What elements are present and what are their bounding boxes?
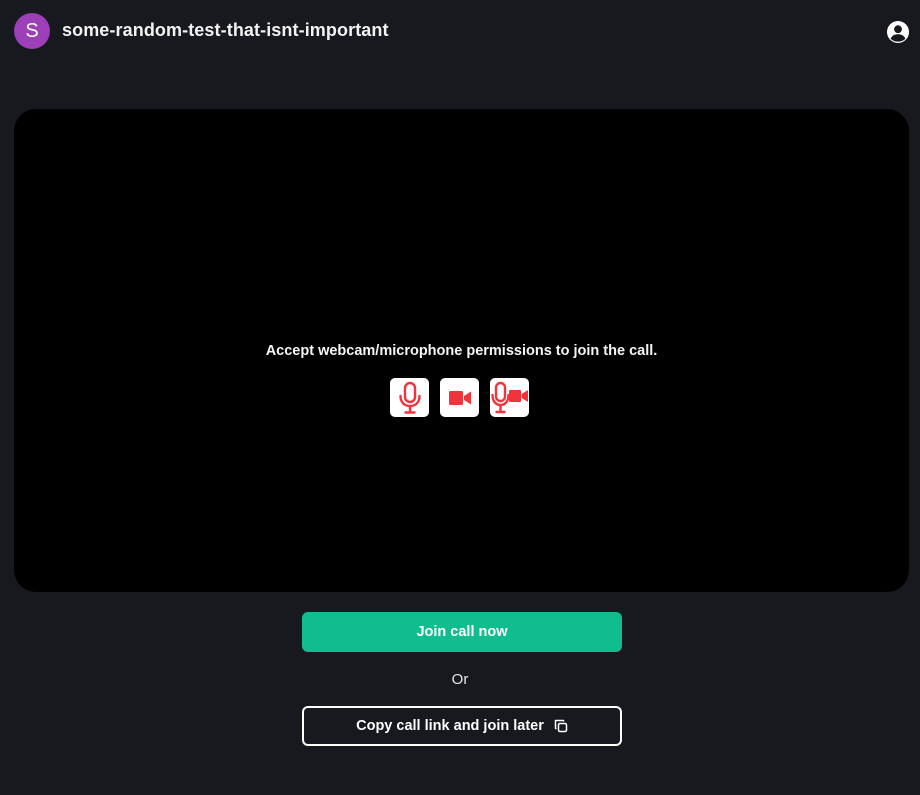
permission-message: Accept webcam/microphone permissions to … bbox=[265, 343, 658, 359]
copy-link-button[interactable]: Copy call link and join later bbox=[302, 706, 622, 746]
request-camera-button[interactable] bbox=[440, 378, 479, 417]
avatar-letter: S bbox=[25, 19, 39, 42]
room-title: some-random-test-that-isnt-important bbox=[62, 20, 389, 40]
request-microphone-button[interactable] bbox=[390, 378, 429, 417]
request-microphone-camera-button[interactable] bbox=[490, 378, 529, 417]
copy-link-label: Copy call link and join later bbox=[356, 718, 544, 734]
microphone-icon bbox=[398, 381, 421, 414]
video-preview: Accept webcam/microphone permissions to … bbox=[14, 109, 909, 592]
microphone-camera-icon bbox=[491, 381, 528, 413]
join-call-button[interactable]: Join call now bbox=[302, 612, 622, 652]
avatar[interactable]: S bbox=[14, 13, 50, 49]
permission-buttons bbox=[390, 378, 529, 417]
or-separator: Or bbox=[451, 671, 469, 688]
copy-icon bbox=[554, 719, 568, 733]
header: S some-random-test-that-isnt-important bbox=[0, 0, 920, 64]
account-circle-icon[interactable] bbox=[886, 20, 910, 44]
camera-icon bbox=[448, 390, 471, 405]
